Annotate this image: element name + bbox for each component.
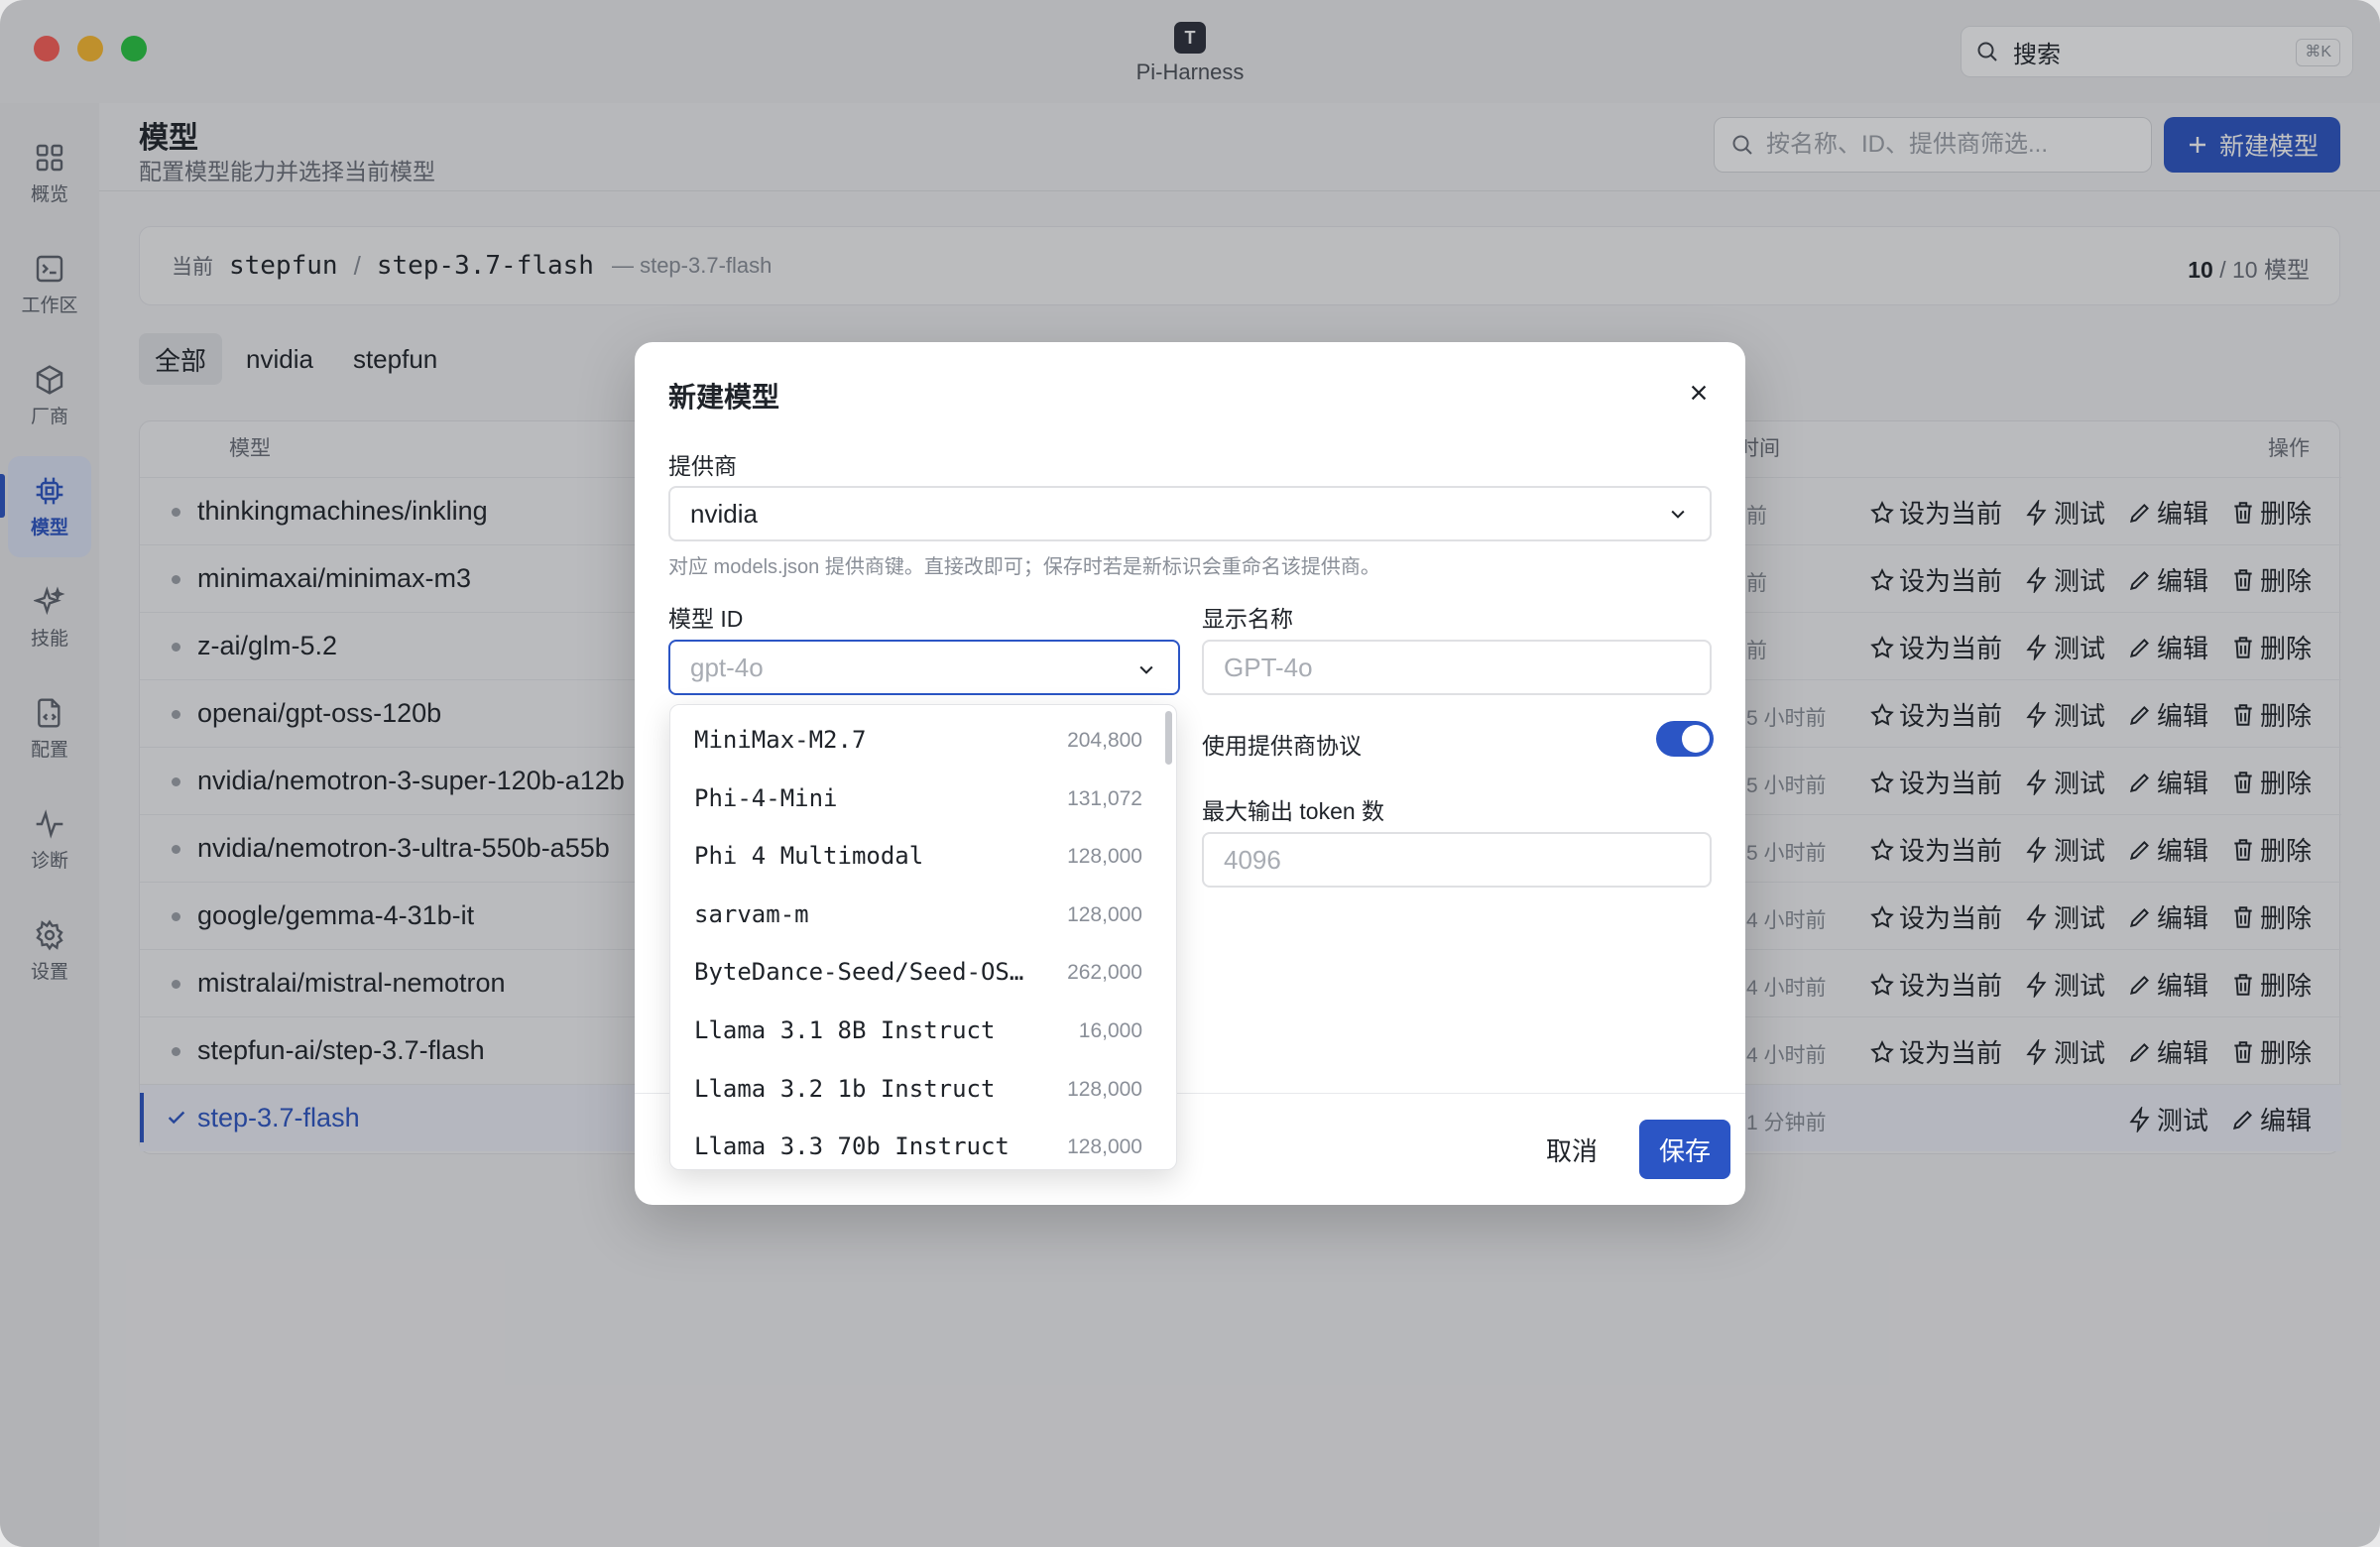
- use-protocol-toggle[interactable]: [1656, 721, 1714, 757]
- close-icon[interactable]: [1688, 382, 1710, 404]
- dropdown-option[interactable]: MiniMax-M2.7 204,800: [670, 711, 1166, 769]
- dropdown-scrollbar[interactable]: [1165, 711, 1172, 765]
- dropdown-option[interactable]: Llama 3.1 8B Instruct 16,000: [670, 1002, 1166, 1059]
- dropdown-option[interactable]: ByteDance-Seed/Seed-OSS-36B 262,000: [670, 943, 1166, 1001]
- display-name-label: 显示名称: [1202, 606, 1293, 632]
- provider-label: 提供商: [668, 453, 737, 479]
- option-model-name: ByteDance-Seed/Seed-OSS-36B: [694, 958, 1031, 987]
- dropdown-option[interactable]: Phi-4-Mini 131,072: [670, 770, 1166, 827]
- chevron-down-icon: [1671, 510, 1685, 519]
- new-model-dialog: 新建模型 提供商 nvidia 对应 models.json 提供商键。直接改即…: [635, 342, 1745, 1205]
- option-context-length: 204,800: [1067, 729, 1142, 752]
- dropdown-option[interactable]: sarvam-m 128,000: [670, 886, 1166, 943]
- max-tokens-label: 最大输出 token 数: [1202, 798, 1385, 824]
- cancel-button[interactable]: 取消: [1527, 1120, 1616, 1179]
- model-id-label: 模型 ID: [668, 606, 744, 632]
- provider-select[interactable]: nvidia: [668, 486, 1712, 541]
- option-context-length: 128,000: [1067, 1135, 1142, 1159]
- provider-hint: 对应 models.json 提供商键。直接改即可；保存时若是新标识会重命名该提…: [668, 556, 1380, 578]
- dropdown-option[interactable]: Phi 4 Multimodal 128,000: [670, 827, 1166, 885]
- display-name-input[interactable]: [1204, 642, 1710, 693]
- option-context-length: 262,000: [1067, 961, 1142, 985]
- option-context-length: 128,000: [1067, 902, 1142, 926]
- dropdown-option[interactable]: Llama 3.2 1b Instruct 128,000: [670, 1060, 1166, 1118]
- model-id-field[interactable]: [668, 640, 1180, 695]
- dropdown-option[interactable]: Llama 3.3 70b Instruct 128,000: [670, 1118, 1166, 1169]
- option-model-name: sarvam-m: [694, 899, 809, 928]
- use-protocol-label: 使用提供商协议: [1202, 733, 1362, 759]
- dialog-title: 新建模型: [668, 382, 780, 413]
- model-id-dropdown: MiniMax-M2.7 204,800 Phi-4-Mini 131,072 Phi …: [669, 704, 1177, 1170]
- option-model-name: Phi-4-Mini: [694, 783, 838, 812]
- option-model-name: Llama 3.2 1b Instruct: [694, 1074, 996, 1103]
- option-model-name: Phi 4 Multimodal: [694, 842, 924, 871]
- max-tokens-field[interactable]: [1202, 832, 1712, 888]
- save-button[interactable]: 保存: [1639, 1120, 1730, 1179]
- model-id-input[interactable]: [670, 642, 1178, 693]
- option-context-length: 128,000: [1067, 845, 1142, 869]
- chevron-down-icon[interactable]: [1136, 659, 1156, 679]
- option-model-name: Llama 3.1 8B Instruct: [694, 1016, 996, 1044]
- option-model-name: Llama 3.3 70b Instruct: [694, 1132, 1010, 1161]
- max-tokens-input[interactable]: [1204, 834, 1710, 886]
- option-model-name: MiniMax-M2.7: [694, 726, 867, 754]
- display-name-field[interactable]: [1202, 640, 1712, 695]
- option-context-length: 128,000: [1067, 1077, 1142, 1101]
- option-context-length: 131,072: [1067, 786, 1142, 810]
- app-window: T Pi-Harness 搜索 ⌘K 概览 工作区 厂商 模型 技能 配置 诊断…: [0, 0, 2380, 1547]
- provider-value: nvidia: [690, 498, 758, 529]
- option-context-length: 16,000: [1078, 1019, 1142, 1042]
